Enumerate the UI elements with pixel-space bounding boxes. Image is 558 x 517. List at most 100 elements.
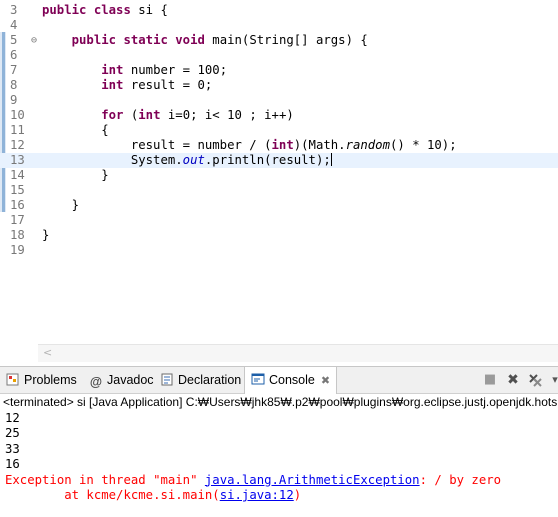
terminate-icon[interactable]: ■ [483, 373, 497, 387]
code-token: number = 100; [123, 63, 228, 77]
code-token: result = number / ( [42, 138, 272, 152]
code-token: .println(result); [204, 153, 331, 167]
code-text: for (int i=0; i< 10 ; i++) [42, 108, 294, 123]
line-number: 13 [10, 153, 25, 167]
line-number: 7 [10, 63, 18, 77]
code-token: result = 0; [123, 78, 213, 92]
tab-problems-label: Problems [24, 373, 77, 387]
code-token: si { [130, 3, 168, 17]
code-token: } [42, 168, 109, 182]
line-number: 19 [10, 243, 25, 257]
code-line[interactable]: 5 ⊖ public static void main(String[] args… [0, 33, 558, 48]
problems-icon [6, 373, 19, 386]
console-panel: Problems @ Javadoc Declaration Console ✖ ■… [0, 366, 558, 517]
code-line[interactable]: 9 [0, 93, 558, 108]
code-token: { [42, 123, 109, 137]
tab-console[interactable]: Console ✖ [244, 367, 338, 394]
line-number: 15 [10, 183, 25, 197]
stacktrace-location-link[interactable]: si.java:12 [220, 488, 294, 502]
code-text: { [42, 123, 109, 138]
code-line[interactable]: 4 [0, 18, 558, 33]
code-text: System.out.println(result); [42, 153, 332, 168]
console-icon [251, 373, 265, 385]
code-line[interactable]: 12 result = number / (int)(Math.random()… [0, 138, 558, 153]
keyword-token: int [271, 138, 294, 152]
line-number: 17 [10, 213, 25, 227]
line-number: 14 [10, 168, 25, 182]
code-text: } [42, 228, 49, 243]
remove-all-terminated-icon[interactable] [528, 373, 542, 387]
code-token: random [345, 138, 390, 152]
code-line[interactable]: 17 [0, 213, 558, 228]
code-line[interactable]: 6 [0, 48, 558, 63]
keyword-token: public [42, 3, 87, 17]
keyword-token: int [138, 108, 161, 122]
code-line[interactable]: 7 int number = 100; [0, 63, 558, 78]
code-line[interactable]: 3 public class si { [0, 3, 558, 18]
code-text: int result = 0; [42, 78, 212, 93]
code-token: out [182, 153, 205, 167]
line-number: 18 [10, 228, 25, 242]
keyword-token: for [101, 108, 124, 122]
code-text: public static void main(String[] args) { [42, 33, 368, 48]
code-line[interactable]: 16 } [0, 198, 558, 213]
tab-problems[interactable]: Problems [6, 367, 77, 393]
code-line[interactable]: 11 { [0, 123, 558, 138]
code-text: result = number / (int)(Math.random() * … [42, 138, 457, 153]
code-token: i=0; i< 10 ; i++) [160, 108, 294, 122]
code-line[interactable]: 10 for (int i=0; i< 10 ; i++) [0, 108, 558, 123]
line-number: 12 [10, 138, 25, 152]
fold-collapse-icon[interactable]: ⊖ [31, 33, 37, 48]
code-text: } [42, 198, 79, 213]
scroll-left-icon[interactable]: < [43, 346, 52, 359]
tab-console-label: Console [269, 373, 315, 387]
remove-launch-icon[interactable]: ✖ [506, 373, 520, 387]
tab-javadoc[interactable]: @ Javadoc [89, 367, 154, 393]
panel-tabbar: Problems @ Javadoc Declaration Console ✖ ■… [0, 367, 558, 394]
code-token: System. [42, 153, 183, 167]
tab-declaration[interactable]: Declaration [160, 367, 241, 393]
at-icon: @ [89, 375, 103, 389]
console-output-line: 25 [5, 426, 20, 441]
console-menu-icon[interactable]: ▾ [548, 373, 558, 387]
exception-type-link[interactable]: java.lang.ArithmeticException [205, 473, 420, 487]
line-number: 3 [10, 3, 18, 17]
code-token: } [42, 228, 50, 242]
horizontal-scrollbar[interactable]: < [38, 344, 558, 362]
line-number: 10 [10, 108, 25, 122]
console-output-line: 16 [5, 457, 20, 472]
code-line[interactable]: 19 [0, 243, 558, 258]
keyword-token: class [93, 3, 131, 17]
declaration-icon [161, 373, 173, 386]
console-output[interactable]: 12 25 33 16 Exception in thread "main" java… [5, 411, 558, 503]
code-line[interactable]: 13 System.out.println(result); [0, 153, 558, 168]
code-line[interactable]: 14 } [0, 168, 558, 183]
console-output-line: 12 [5, 411, 20, 425]
code-line[interactable]: 15 [0, 183, 558, 198]
line-number: 6 [10, 48, 18, 62]
code-text: public class si { [42, 3, 168, 18]
keyword-token: int [101, 63, 124, 77]
close-icon[interactable]: ✖ [321, 368, 330, 394]
tab-javadoc-label: Javadoc [107, 373, 154, 387]
code-line[interactable]: 8 int result = 0; [0, 78, 558, 93]
stacktrace-line: at kcme/kcme.si.main(si.java:12) [5, 488, 558, 503]
code-token: )(Math. [293, 138, 346, 152]
code-text: int number = 100; [42, 63, 227, 78]
line-number: 4 [10, 18, 18, 32]
code-token: main(String[] args) { [204, 33, 368, 47]
exception-prefix: Exception in thread "main" [5, 472, 205, 487]
code-line[interactable]: 18} [0, 228, 558, 243]
code-editor[interactable]: 3 public class si { 4 5 ⊖ public static void… [0, 0, 558, 364]
keyword-token: int [101, 78, 124, 92]
console-output-line: 33 [5, 441, 20, 456]
line-number: 16 [10, 198, 25, 212]
exception-message: : / by zero [419, 472, 502, 487]
keyword-token: public [71, 33, 117, 47]
code-token: ( [123, 108, 139, 122]
